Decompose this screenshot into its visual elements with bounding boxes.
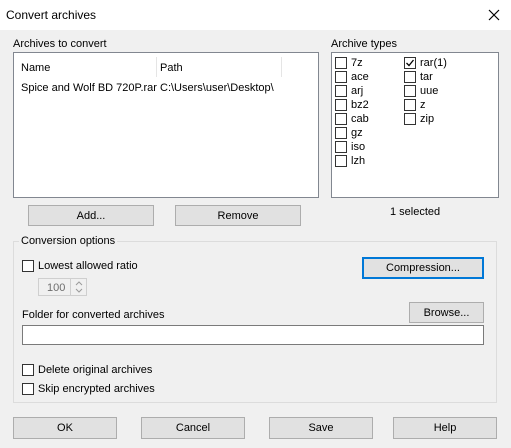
delete-original-label: Delete original archives: [38, 364, 153, 376]
archive-name-cell: Spice and Wolf BD 720P.rar: [21, 82, 157, 94]
archives-label: Archives to convert: [13, 38, 107, 50]
type-checkbox[interactable]: [404, 99, 416, 111]
skip-encrypted-checkbox[interactable]: [22, 383, 34, 395]
ratio-spinner[interactable]: 100: [38, 278, 87, 296]
window-title: Convert archives: [6, 8, 97, 22]
compression-button[interactable]: Compression...: [362, 257, 484, 279]
skip-encrypted-label: Skip encrypted archives: [38, 383, 155, 395]
ratio-stepper[interactable]: [70, 279, 87, 295]
column-header-name[interactable]: Name: [21, 62, 50, 74]
type-label: ace: [351, 71, 369, 83]
type-checkbox[interactable]: [335, 57, 347, 69]
add-button[interactable]: Add...: [28, 205, 154, 226]
type-checkbox[interactable]: [335, 71, 347, 83]
type-label: tar: [420, 71, 433, 83]
type-label: lzh: [351, 155, 366, 167]
save-button[interactable]: Save: [269, 417, 373, 439]
lowest-ratio-label: Lowest allowed ratio: [38, 260, 138, 272]
close-button[interactable]: [477, 0, 511, 30]
type-checkbox-checked[interactable]: [404, 57, 416, 69]
archive-types-list[interactable]: 7z ace arj bz2 cab gz iso lzh rar(1) tar…: [331, 52, 499, 198]
type-checkbox[interactable]: [335, 155, 347, 167]
title-bar: Convert archives: [0, 0, 511, 30]
archives-list[interactable]: Name Path Spice and Wolf BD 720P.rar C:\…: [13, 52, 319, 198]
type-label: 7z: [351, 57, 363, 69]
lowest-ratio-checkbox[interactable]: [22, 260, 34, 272]
help-button[interactable]: Help: [393, 417, 497, 439]
delete-original-checkbox[interactable]: [22, 364, 34, 376]
type-checkbox[interactable]: [335, 127, 347, 139]
type-label: z: [420, 99, 426, 111]
type-checkbox[interactable]: [404, 71, 416, 83]
checkmark-icon: [406, 59, 415, 67]
selected-count: 1 selected: [390, 206, 441, 218]
type-checkbox[interactable]: [404, 113, 416, 125]
spin-up-icon[interactable]: [75, 280, 83, 286]
browse-button[interactable]: Browse...: [409, 302, 484, 323]
type-label: iso: [351, 141, 366, 153]
column-header-path[interactable]: Path: [160, 62, 183, 74]
type-label: rar(1): [420, 57, 447, 69]
type-checkbox[interactable]: [335, 99, 347, 111]
type-checkbox[interactable]: [335, 141, 347, 153]
type-label: zip: [420, 113, 435, 125]
archive-path-cell: C:\Users\user\Desktop\: [160, 82, 274, 94]
ok-button[interactable]: OK: [13, 417, 117, 439]
remove-button[interactable]: Remove: [175, 205, 301, 226]
folder-input[interactable]: [22, 325, 484, 345]
type-label: gz: [351, 127, 363, 139]
type-checkbox[interactable]: [335, 113, 347, 125]
type-label: uue: [420, 85, 439, 97]
type-label: cab: [351, 113, 369, 125]
type-checkbox[interactable]: [335, 85, 347, 97]
type-checkbox[interactable]: [404, 85, 416, 97]
conversion-options-label: Conversion options: [19, 235, 118, 247]
type-label: bz2: [351, 99, 369, 111]
archive-types-label: Archive types: [331, 38, 398, 50]
ratio-value: 100: [47, 282, 66, 294]
spin-down-icon[interactable]: [75, 288, 83, 294]
table-row[interactable]: Spice and Wolf BD 720P.rar C:\Users\user…: [14, 77, 318, 97]
column-divider[interactable]: [156, 57, 157, 77]
column-divider[interactable]: [281, 57, 282, 77]
cancel-button[interactable]: Cancel: [141, 417, 245, 439]
folder-label: Folder for converted archives: [22, 309, 165, 321]
close-icon: [488, 9, 500, 21]
type-label: arj: [351, 85, 364, 97]
